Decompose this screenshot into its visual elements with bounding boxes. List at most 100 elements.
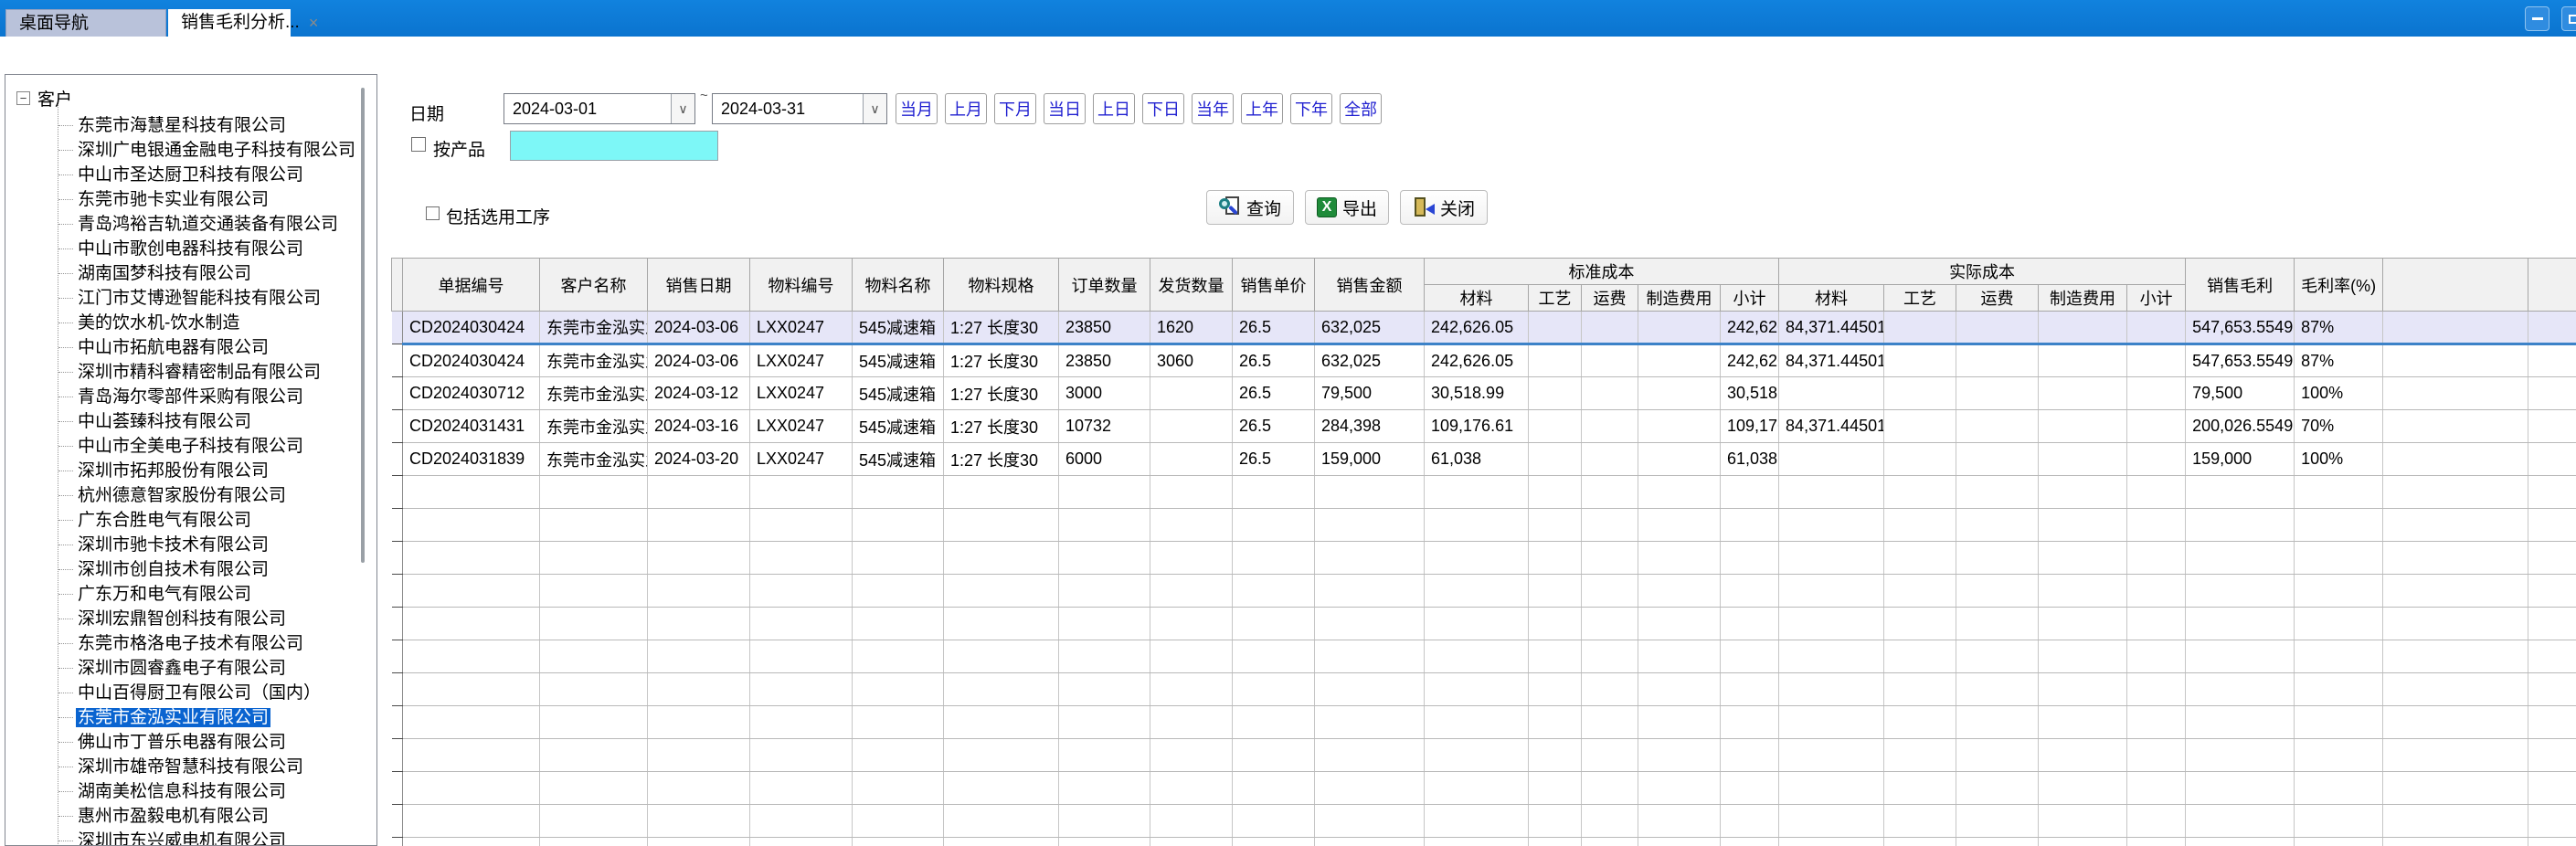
table-cell[interactable] xyxy=(403,706,540,739)
table-cell[interactable]: 87% xyxy=(2295,344,2383,377)
table-cell[interactable] xyxy=(1059,575,1150,608)
table-cell[interactable]: 1:27 长度30 xyxy=(944,443,1059,476)
date-quick-button[interactable]: 下年 xyxy=(1290,93,1332,124)
table-cell[interactable]: 100% xyxy=(2295,443,2383,476)
table-cell[interactable] xyxy=(1582,575,1638,608)
table-cell[interactable] xyxy=(1315,706,1425,739)
table-cell[interactable] xyxy=(750,673,853,706)
table-cell[interactable]: 30,518.99 xyxy=(1425,377,1529,410)
date-from-combobox[interactable]: 2024-03-01 ∨ xyxy=(504,93,695,124)
table-cell[interactable] xyxy=(1529,509,1582,542)
table-row[interactable]: CD2024030424东莞市金泓实业有限公司2024-03-06LXX0247… xyxy=(392,344,2576,377)
table-cell[interactable] xyxy=(1779,608,1884,640)
table-cell[interactable] xyxy=(2127,410,2186,443)
table-cell[interactable]: 545减速箱 xyxy=(853,410,944,443)
table-cell[interactable]: 东莞市金泓实业有限公司 xyxy=(540,443,648,476)
table-cell[interactable] xyxy=(403,476,540,509)
table-cell[interactable] xyxy=(1582,805,1638,838)
table-cell[interactable] xyxy=(2039,344,2127,377)
table-cell[interactable]: 547,653.5549 xyxy=(2186,344,2295,377)
table-cell[interactable] xyxy=(2039,476,2127,509)
table-cell[interactable] xyxy=(2186,509,2295,542)
empty-table-row[interactable] xyxy=(392,772,2576,805)
table-cell[interactable] xyxy=(1638,739,1721,772)
table-cell[interactable] xyxy=(1233,509,1315,542)
table-cell[interactable] xyxy=(2127,509,2186,542)
table-cell[interactable] xyxy=(1779,377,1884,410)
table-cell[interactable] xyxy=(2295,476,2383,509)
sidebar-item-customer[interactable]: 青岛鸿裕吉轨道交通装备有限公司 xyxy=(58,212,376,237)
table-cell[interactable] xyxy=(1529,772,1582,805)
date-quick-button[interactable]: 当日 xyxy=(1044,93,1086,124)
table-cell[interactable] xyxy=(1529,312,1582,344)
table-cell[interactable] xyxy=(648,509,750,542)
table-cell[interactable] xyxy=(1721,805,1779,838)
empty-table-row[interactable] xyxy=(392,673,2576,706)
table-cell[interactable] xyxy=(1884,476,1956,509)
chevron-down-icon[interactable]: ∨ xyxy=(671,94,694,123)
table-cell[interactable] xyxy=(2127,673,2186,706)
table-cell[interactable] xyxy=(1721,542,1779,575)
table-cell[interactable] xyxy=(1150,410,1233,443)
table-cell[interactable] xyxy=(1233,772,1315,805)
sidebar-item-customer[interactable]: 中山市全美电子科技有限公司 xyxy=(58,434,376,459)
table-cell[interactable] xyxy=(648,805,750,838)
table-cell[interactable] xyxy=(1956,673,2039,706)
table-cell[interactable] xyxy=(1529,575,1582,608)
table-cell[interactable] xyxy=(1529,838,1582,846)
table-cell[interactable]: LXX0247 xyxy=(750,344,853,377)
table-cell[interactable] xyxy=(1150,443,1233,476)
table-cell[interactable] xyxy=(403,805,540,838)
table-cell[interactable] xyxy=(1150,838,1233,846)
row-selector-cell[interactable] xyxy=(392,608,403,640)
table-cell[interactable] xyxy=(2127,377,2186,410)
collapse-icon[interactable]: − xyxy=(16,91,30,105)
table-cell[interactable]: 1620 xyxy=(1150,312,1233,344)
sidebar-item-customer[interactable]: 美的饮水机-饮水制造 xyxy=(58,311,376,335)
table-cell[interactable] xyxy=(1425,772,1529,805)
sidebar-item-customer[interactable]: 东莞市驰卡实业有限公司 xyxy=(58,187,376,212)
table-cell[interactable] xyxy=(1059,640,1150,673)
table-cell[interactable] xyxy=(2295,838,2383,846)
table-cell[interactable] xyxy=(1721,575,1779,608)
table-cell[interactable] xyxy=(944,805,1059,838)
row-selector-cell[interactable] xyxy=(392,739,403,772)
table-cell[interactable] xyxy=(2039,542,2127,575)
table-cell[interactable] xyxy=(2186,575,2295,608)
table-cell[interactable] xyxy=(2186,608,2295,640)
table-cell[interactable] xyxy=(2186,772,2295,805)
sidebar-item-customer[interactable]: 深圳宏鼎智创科技有限公司 xyxy=(58,607,376,631)
table-cell[interactable]: 26.5 xyxy=(1233,443,1315,476)
table-cell[interactable] xyxy=(2295,640,2383,673)
table-cell[interactable] xyxy=(1233,739,1315,772)
table-cell[interactable] xyxy=(2039,509,2127,542)
table-cell[interactable]: 2024-03-20 xyxy=(648,443,750,476)
sidebar-item-customer[interactable]: 江门市艾博逊智能科技有限公司 xyxy=(58,286,376,311)
table-cell[interactable]: 84,371.44501 xyxy=(1779,410,1884,443)
table-cell[interactable] xyxy=(1529,706,1582,739)
table-cell[interactable] xyxy=(1315,805,1425,838)
sidebar-item-customer[interactable]: 广东合胜电气有限公司 xyxy=(58,508,376,533)
table-cell[interactable] xyxy=(1529,410,1582,443)
table-cell[interactable]: 84,371.44501 xyxy=(1779,312,1884,344)
table-cell[interactable] xyxy=(1059,476,1150,509)
table-cell[interactable]: 1:27 长度30 xyxy=(944,344,1059,377)
table-cell[interactable] xyxy=(2186,673,2295,706)
table-cell[interactable] xyxy=(648,706,750,739)
sidebar-item-customer[interactable]: 深圳市精科睿精密制品有限公司 xyxy=(58,360,376,385)
table-cell[interactable] xyxy=(403,575,540,608)
table-cell[interactable] xyxy=(2127,344,2186,377)
table-cell[interactable] xyxy=(1956,838,2039,846)
table-cell[interactable]: LXX0247 xyxy=(750,377,853,410)
table-cell[interactable]: 1:27 长度30 xyxy=(944,410,1059,443)
table-cell[interactable] xyxy=(2295,706,2383,739)
table-cell[interactable] xyxy=(2295,673,2383,706)
table-cell[interactable] xyxy=(1779,739,1884,772)
table-cell[interactable] xyxy=(1529,344,1582,377)
table-cell[interactable]: 242,626.05 xyxy=(1721,344,1779,377)
table-cell[interactable]: 87% xyxy=(2295,312,2383,344)
table-cell[interactable]: 545减速箱 xyxy=(853,344,944,377)
table-cell[interactable]: 632,025 xyxy=(1315,344,1425,377)
query-button[interactable]: 查询 xyxy=(1206,190,1294,225)
table-cell[interactable] xyxy=(1956,640,2039,673)
